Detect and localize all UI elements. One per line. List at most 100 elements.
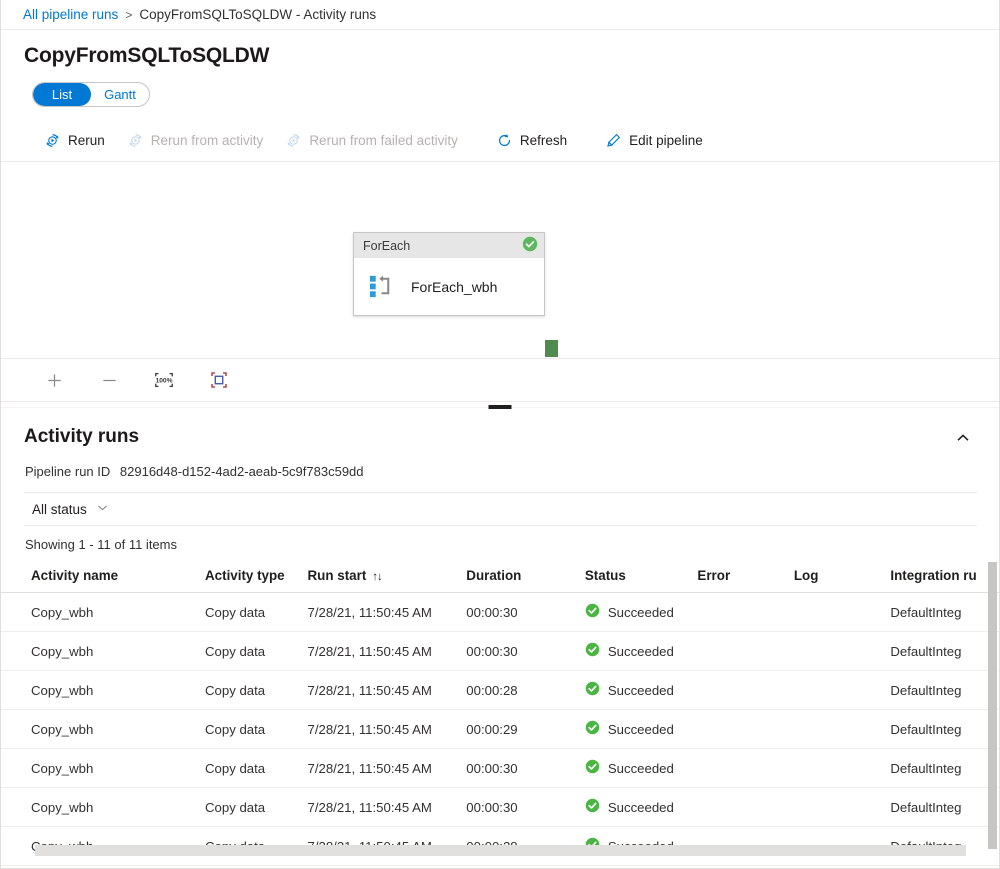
- column-header-status[interactable]: Status: [585, 562, 698, 593]
- column-header-activity-name[interactable]: Activity name: [1, 562, 205, 593]
- splitter-grip[interactable]: [489, 405, 512, 409]
- cell-integration-runtime: DefaultInteg: [890, 749, 1000, 788]
- table-horizontal-scrollbar[interactable]: [35, 845, 985, 856]
- cell-duration: 00:00:30: [466, 866, 585, 869]
- column-header-error[interactable]: Error: [697, 562, 793, 593]
- cell-log: [794, 710, 890, 749]
- cell-activity-type: Copy data: [205, 710, 308, 749]
- refresh-button[interactable]: Refresh: [485, 125, 578, 157]
- activity-node-foreach[interactable]: ForEach: [353, 232, 545, 316]
- table-vertical-scrollbar[interactable]: [988, 562, 997, 849]
- cell-activity-type: Copy data: [205, 788, 308, 827]
- cell-integration-runtime: DefaultInteg: [890, 593, 1000, 632]
- table-body: Copy_wbhCopy data7/28/21, 11:50:45 AM00:…: [1, 593, 1000, 869]
- table-row[interactable]: Copy_wbhCopy data7/28/21, 11:50:45 AM00:…: [1, 671, 1000, 710]
- column-header-activity-type[interactable]: Activity type: [205, 562, 308, 593]
- filter-bar: All status: [24, 492, 977, 526]
- cell-integration-runtime: DefaultInteg: [890, 710, 1000, 749]
- tab-list[interactable]: List: [33, 83, 91, 106]
- cell-activity-type: Copy data: [205, 749, 308, 788]
- column-header-log[interactable]: Log: [794, 562, 890, 593]
- cell-activity-type: Copy data: [205, 632, 308, 671]
- activity-node-body: ForEach_wbh: [354, 258, 544, 315]
- cell-error: [697, 593, 793, 632]
- cell-run-start: 7/28/21, 11:50:45 AM: [308, 632, 467, 671]
- rerun-from-activity-button: Rerun from activity: [116, 125, 275, 157]
- cell-log: [794, 749, 890, 788]
- table-row[interactable]: Copy_wbhCopy data7/28/21, 11:50:45 AM00:…: [1, 593, 1000, 632]
- page-title: CopyFromSQLToSQLDW: [1, 30, 999, 68]
- column-header-integration-runtime[interactable]: Integration ru: [890, 562, 1000, 593]
- cell-error: [697, 671, 793, 710]
- table-row[interactable]: Copy_wbhCopy data7/28/21, 11:50:45 AM00:…: [1, 749, 1000, 788]
- breadcrumb-separator-icon: >: [125, 8, 132, 22]
- status-label: Succeeded: [608, 761, 674, 776]
- cell-activity-name: Copy_wbh: [1, 788, 205, 827]
- zoom-in-button[interactable]: [41, 367, 67, 393]
- table-horizontal-scrollbar-thumb[interactable]: [35, 845, 966, 856]
- cell-log: [794, 593, 890, 632]
- table-vertical-scrollbar-thumb[interactable]: [988, 562, 997, 849]
- breadcrumb-current: CopyFromSQLToSQLDW - Activity runs: [139, 7, 376, 22]
- cell-activity-name: Copy_wbh: [1, 632, 205, 671]
- status-success-icon: [585, 603, 600, 621]
- cell-duration: 00:00:30: [466, 632, 585, 671]
- status-filter-dropdown[interactable]: All status: [24, 496, 117, 522]
- zoom-out-button[interactable]: [96, 367, 122, 393]
- cell-integration-runtime: DefaultInteg: [890, 866, 1000, 869]
- reset-zoom-100-icon[interactable]: 100%: [151, 367, 177, 393]
- cell-run-start: 7/28/21, 11:50:45 AM: [308, 788, 467, 827]
- canvas-splitter[interactable]: [1, 402, 999, 414]
- cell-activity-type: Copy data: [205, 593, 308, 632]
- activity-node-output-port[interactable]: [545, 340, 558, 357]
- activity-runs-table-wrapper: Activity name Activity type Run start↑↓ …: [1, 562, 999, 869]
- table-row[interactable]: Copy_wbhCopy data7/28/21, 11:50:45 AM00:…: [1, 710, 1000, 749]
- status-label: Succeeded: [608, 644, 674, 659]
- cell-log: [794, 632, 890, 671]
- foreach-icon: [368, 272, 395, 302]
- breadcrumb-all-pipeline-runs[interactable]: All pipeline runs: [23, 7, 118, 22]
- fit-to-screen-icon[interactable]: [206, 367, 232, 393]
- cell-activity-name: Copy_wbh: [1, 671, 205, 710]
- cell-activity-type: Copy data: [205, 671, 308, 710]
- chevron-up-icon: [955, 430, 971, 451]
- cell-status: Succeeded: [585, 866, 698, 869]
- table-row[interactable]: Copy_wbhCopy data7/28/21, 11:50:45 AM00:…: [1, 632, 1000, 671]
- cell-integration-runtime: DefaultInteg: [890, 788, 1000, 827]
- edit-pipeline-button[interactable]: Edit pipeline: [594, 125, 714, 157]
- activity-runs-table: Activity name Activity type Run start↑↓ …: [1, 562, 1000, 869]
- showing-count: Showing 1 - 11 of 11 items: [1, 526, 999, 552]
- cell-activity-name: Copy_wbh: [1, 593, 205, 632]
- command-toolbar: Rerun Rerun from activity: [1, 120, 999, 162]
- tab-gantt[interactable]: Gantt: [91, 83, 149, 106]
- cell-duration: 00:00:30: [466, 593, 585, 632]
- column-header-duration[interactable]: Duration: [466, 562, 585, 593]
- status-success-icon: [585, 642, 600, 660]
- activity-runs-header: Activity runs: [1, 414, 999, 454]
- cell-duration: 00:00:30: [466, 749, 585, 788]
- cell-log: [794, 788, 890, 827]
- collapse-section-button[interactable]: [949, 426, 977, 454]
- pencil-icon: [605, 132, 622, 149]
- column-header-run-start[interactable]: Run start↑↓: [308, 562, 467, 593]
- cell-error: [697, 866, 793, 869]
- cell-activity-type: Copy data: [205, 866, 308, 869]
- table-row[interactable]: Copy_wbhCopy data7/28/21, 11:50:45 AM00:…: [1, 866, 1000, 869]
- breadcrumb: All pipeline runs > CopyFromSQLToSQLDW -…: [1, 0, 999, 30]
- rerun-label: Rerun: [68, 133, 105, 148]
- status-label: Succeeded: [608, 722, 674, 737]
- pipeline-canvas[interactable]: ForEach: [1, 162, 999, 358]
- cell-run-start: 7/28/21, 11:50:45 AM: [308, 671, 467, 710]
- cell-status: Succeeded: [585, 788, 698, 827]
- status-filter-label: All status: [32, 502, 87, 517]
- cell-activity-name: Copy_wbh: [1, 710, 205, 749]
- cell-run-start: 7/28/21, 11:50:45 AM: [308, 866, 467, 869]
- cell-run-start: 7/28/21, 11:50:45 AM: [308, 593, 467, 632]
- rerun-button[interactable]: Rerun: [33, 125, 116, 157]
- status-success-icon: [585, 720, 600, 738]
- pipeline-run-id-label: Pipeline run ID: [25, 464, 110, 479]
- activity-node-type-label: ForEach: [363, 239, 410, 253]
- status-success-icon: [585, 798, 600, 816]
- table-row[interactable]: Copy_wbhCopy data7/28/21, 11:50:45 AM00:…: [1, 788, 1000, 827]
- sort-indicator-icon: ↑↓: [372, 571, 382, 583]
